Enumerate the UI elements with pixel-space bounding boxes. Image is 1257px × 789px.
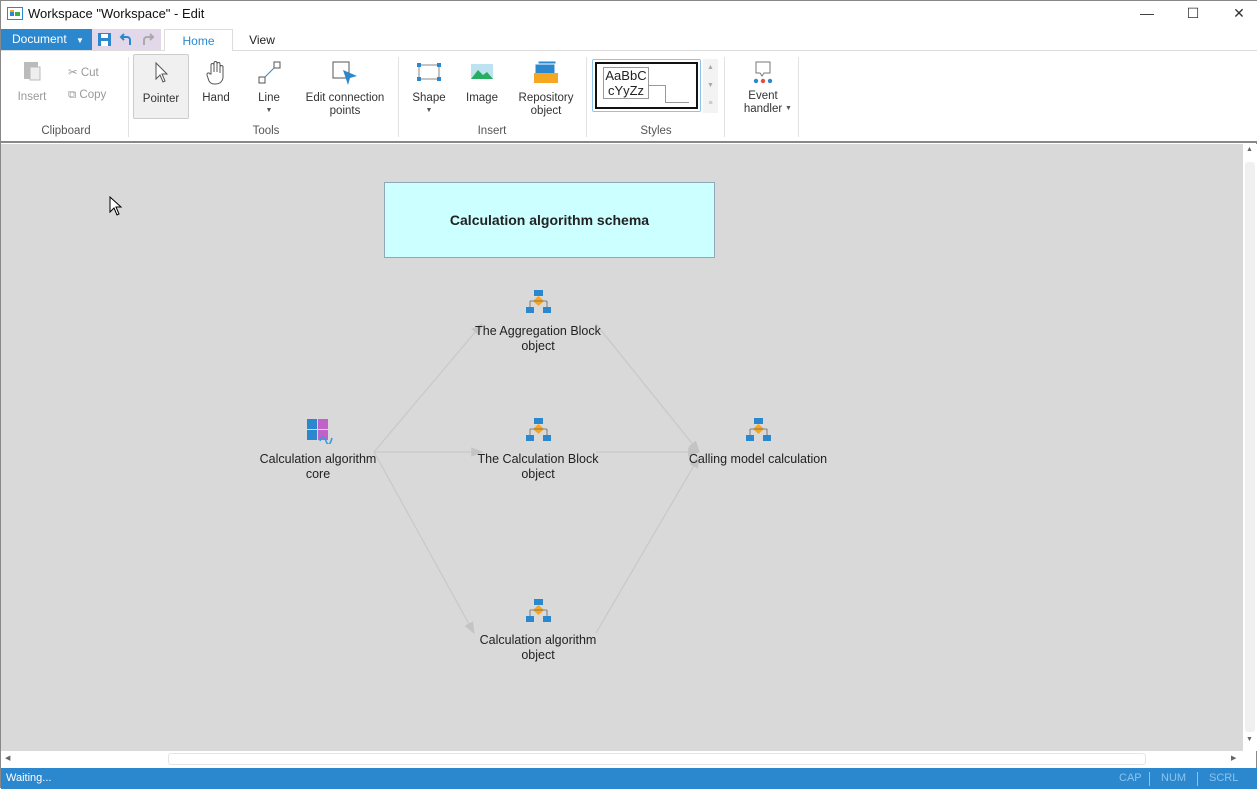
copy-button[interactable]: ⧉ Copy bbox=[68, 89, 106, 102]
scroll-up-icon[interactable]: ▲ bbox=[1246, 146, 1253, 153]
block-icon[interactable] bbox=[746, 418, 772, 442]
line-button[interactable]: Line ▼ bbox=[247, 60, 291, 117]
divider bbox=[586, 57, 587, 137]
hand-icon bbox=[206, 61, 224, 85]
tab-view[interactable]: View bbox=[233, 29, 291, 52]
calculation-core-icon[interactable] bbox=[307, 419, 335, 444]
connector-core-aggregation[interactable] bbox=[373, 323, 483, 453]
repository-object-label: Repository object bbox=[518, 92, 574, 117]
style-gallery-scroll[interactable]: ▲ ▼ ≡ bbox=[703, 59, 718, 113]
image-label: Image bbox=[466, 92, 498, 104]
node-label-aggregation: The Aggregation Block object bbox=[475, 324, 601, 353]
node-label-core: Calculation algorithm core bbox=[259, 452, 377, 481]
scissors-icon: ✂ bbox=[68, 67, 78, 79]
connector-algo-object-calling[interactable] bbox=[595, 455, 700, 634]
expand-gallery-icon[interactable]: ≡ bbox=[703, 95, 718, 113]
style-sample-line2: cYyZz bbox=[607, 83, 645, 98]
shape-button[interactable]: Shape ▼ bbox=[407, 61, 451, 114]
redo-icon[interactable] bbox=[141, 32, 156, 47]
block-icon[interactable] bbox=[526, 290, 552, 314]
scroll-down-icon[interactable]: ▼ bbox=[1246, 736, 1253, 743]
app-icon bbox=[7, 7, 23, 20]
scroll-left-icon[interactable]: ◀ bbox=[5, 754, 10, 762]
line-icon bbox=[258, 61, 281, 84]
schema-title-box[interactable]: Calculation algorithm schema bbox=[384, 182, 715, 258]
chevron-down-icon: ▼ bbox=[265, 107, 273, 114]
document-label: Document bbox=[12, 32, 67, 46]
block-icon[interactable] bbox=[526, 599, 552, 623]
node-label-calc-block: The Calculation Block object bbox=[477, 452, 599, 481]
scroll-up-icon[interactable]: ▲ bbox=[703, 59, 718, 77]
caps-lock-indicator: CAP bbox=[1119, 772, 1142, 784]
minimize-button[interactable]: — bbox=[1124, 3, 1170, 25]
scroll-down-icon[interactable]: ▼ bbox=[703, 77, 718, 95]
paste-icon bbox=[24, 62, 41, 81]
copy-label: Copy bbox=[79, 89, 107, 101]
divider bbox=[128, 57, 129, 137]
divider bbox=[398, 57, 399, 137]
edit-connection-points-button[interactable]: Edit connection points bbox=[299, 60, 391, 117]
chevron-down-icon: ▼ bbox=[785, 105, 792, 112]
pointer-icon bbox=[155, 61, 169, 83]
copy-icon: ⧉ bbox=[68, 89, 77, 101]
chevron-down-icon: ▼ bbox=[76, 36, 84, 45]
vertical-scroll-thumb[interactable] bbox=[1245, 162, 1255, 732]
image-icon bbox=[471, 64, 493, 79]
quick-access-toolbar bbox=[92, 29, 161, 50]
hand-label: Hand bbox=[202, 92, 230, 104]
horizontal-scrollbar[interactable]: ◀ ▶ bbox=[1, 751, 1243, 768]
status-bar: Waiting... CAP NUM SCRL bbox=[1, 768, 1257, 789]
edit-connection-points-label: Edit connection points bbox=[305, 92, 385, 117]
style-sample[interactable]: AaBbC cYyZz bbox=[595, 62, 698, 109]
save-icon[interactable] bbox=[97, 32, 112, 47]
hand-button[interactable]: Hand bbox=[193, 60, 239, 104]
style-sample-line1: AaBbC bbox=[605, 68, 647, 83]
pointer-button[interactable]: Pointer bbox=[133, 54, 189, 119]
insert-label: Insert bbox=[17, 91, 47, 103]
repository-object-button[interactable]: Repository object bbox=[513, 59, 579, 117]
divider bbox=[798, 57, 799, 137]
clipboard-group-label: Clipboard bbox=[41, 125, 91, 137]
tools-group-label: Tools bbox=[252, 125, 280, 137]
title-bar: Workspace "Workspace" - Edit — ☐ ✕ bbox=[1, 1, 1257, 29]
block-icon[interactable] bbox=[526, 418, 552, 442]
scroll-lock-indicator: SCRL bbox=[1209, 772, 1239, 784]
node-label-algo-object: Calculation algorithm object bbox=[479, 633, 597, 662]
insert-group-label: Insert bbox=[477, 125, 507, 137]
event-handler-label: Event handler bbox=[743, 90, 783, 115]
connector-core-algo-object[interactable] bbox=[373, 451, 475, 635]
ribbon: Insert ✂ Cut ⧉ Copy Clipboard Pointer Ha… bbox=[1, 51, 1257, 143]
style-gallery[interactable]: AaBbC cYyZz bbox=[592, 59, 701, 112]
shape-icon bbox=[417, 63, 441, 81]
cut-button[interactable]: ✂ Cut bbox=[68, 67, 99, 80]
line-label: Line bbox=[258, 92, 280, 104]
scroll-right-icon[interactable]: ▶ bbox=[1231, 754, 1236, 762]
window-title: Workspace "Workspace" - Edit bbox=[28, 6, 205, 21]
pointer-label: Pointer bbox=[142, 93, 180, 105]
diagram-canvas[interactable]: Calculation algorithm schema Calculation… bbox=[1, 144, 1243, 751]
num-lock-indicator: NUM bbox=[1161, 772, 1187, 784]
connector-aggregation-calling[interactable] bbox=[595, 323, 700, 453]
close-button[interactable]: ✕ bbox=[1216, 3, 1257, 25]
maximize-button[interactable]: ☐ bbox=[1170, 3, 1216, 25]
folder-icon bbox=[534, 60, 558, 83]
vertical-scrollbar[interactable]: ▲ ▼ bbox=[1243, 144, 1257, 751]
insert-button[interactable]: Insert bbox=[9, 59, 55, 103]
image-button[interactable]: Image bbox=[459, 61, 505, 104]
node-label-calling: Calling model calculation bbox=[688, 452, 828, 466]
divider bbox=[724, 57, 725, 137]
status-text: Waiting... bbox=[6, 772, 52, 784]
event-handler-icon bbox=[753, 61, 773, 84]
horizontal-scroll-thumb[interactable] bbox=[168, 753, 1146, 765]
undo-icon[interactable] bbox=[118, 32, 133, 47]
tab-home[interactable]: Home bbox=[164, 29, 233, 52]
shape-label: Shape bbox=[412, 92, 446, 104]
document-menu-button[interactable]: Document ▼ bbox=[1, 29, 92, 50]
cut-label: Cut bbox=[80, 67, 99, 79]
chevron-down-icon: ▼ bbox=[425, 107, 433, 114]
styles-group-label: Styles bbox=[640, 125, 672, 137]
mouse-cursor-icon bbox=[109, 196, 123, 216]
edit-connection-points-icon bbox=[332, 61, 357, 85]
